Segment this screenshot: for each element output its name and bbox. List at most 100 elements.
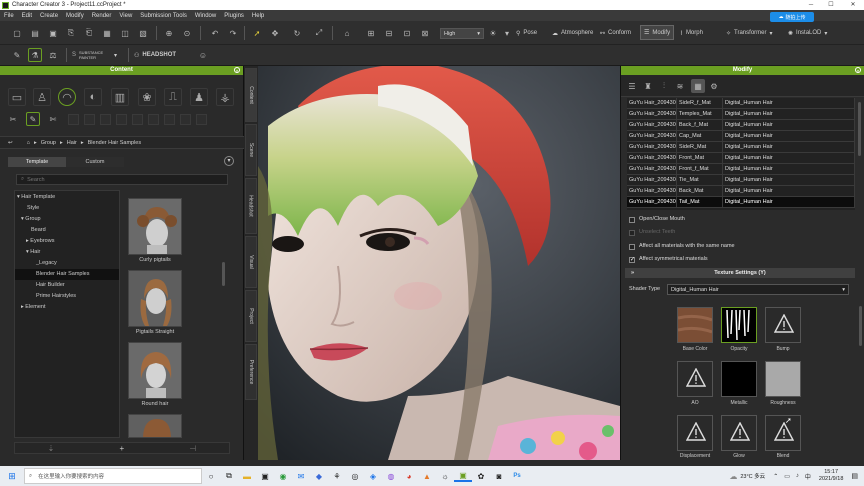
- zoom-icon[interactable]: ⊕: [162, 26, 176, 40]
- tree-item-blender-hair-samples[interactable]: Blender Hair Samples: [15, 269, 119, 280]
- link-icon[interactable]: ⊣: [189, 444, 196, 453]
- weather-icon[interactable]: ☁: [729, 472, 737, 481]
- material-row[interactable]: GuYu Hair_209430 Temples_Mat Digital_Human…: [627, 109, 855, 120]
- tree-item-element[interactable]: ▸ Element: [21, 304, 45, 310]
- new-project-icon[interactable]: ▢: [10, 26, 24, 40]
- open-close-mouth-checkbox[interactable]: [629, 217, 635, 223]
- modify-physics-icon[interactable]: ⚙: [707, 79, 721, 93]
- weight-icon[interactable]: ⚖: [46, 48, 60, 62]
- grid-icon[interactable]: ⊠: [418, 26, 432, 40]
- hair-template-icon[interactable]: ✎: [26, 112, 40, 126]
- close-button[interactable]: ✕: [846, 0, 860, 10]
- menu-create[interactable]: Create: [36, 13, 62, 19]
- weather-text[interactable]: 23°C 多云: [740, 472, 765, 480]
- modify-scrollbar[interactable]: [859, 306, 862, 346]
- app-blue-icon[interactable]: ◆: [310, 472, 328, 481]
- back-icon[interactable]: ↩: [8, 140, 13, 146]
- store-icon[interactable]: ▣: [256, 472, 274, 481]
- volume-icon[interactable]: ♪: [796, 473, 799, 479]
- photoshop-icon[interactable]: Ps: [508, 473, 526, 479]
- thumbnail-partial[interactable]: [128, 414, 182, 438]
- substance-painter-button[interactable]: S SUBSTANCE PAINTER ▾: [72, 48, 117, 62]
- side-tab-scene[interactable]: Scene: [245, 124, 257, 176]
- menu-file[interactable]: File: [0, 13, 18, 19]
- panel-close-icon[interactable]: ×: [234, 67, 240, 73]
- modify-morph-icon[interactable]: ⫶: [657, 79, 671, 93]
- tab-template[interactable]: Template: [8, 157, 66, 167]
- network-icon[interactable]: ▭: [784, 473, 790, 480]
- pose-category-icon[interactable]: ♟: [190, 88, 208, 106]
- tree-item-prime-hairstyles[interactable]: Prime Hairstyles: [36, 293, 76, 299]
- download-icon[interactable]: ⇣: [48, 444, 55, 453]
- skin-category-icon[interactable]: ❀: [138, 88, 156, 106]
- notification-icon[interactable]: ▤: [851, 472, 858, 480]
- shader-type-dropdown[interactable]: Digital_Human Hair ▾: [667, 284, 849, 295]
- frame-icon[interactable]: ⊡: [400, 26, 414, 40]
- tree-item-eyebrows[interactable]: ▸ Eyebrows: [26, 238, 54, 244]
- hair-tool-icon[interactable]: ✄: [46, 112, 60, 126]
- options-icon[interactable]: ▾: [224, 156, 234, 166]
- mail-icon[interactable]: ✉: [292, 472, 310, 481]
- motion-category-icon[interactable]: ⚶: [216, 88, 234, 106]
- character-creator-icon[interactable]: ▣: [454, 471, 472, 482]
- camera-icon[interactable]: ⊙: [180, 26, 194, 40]
- network-app-icon[interactable]: ⚘: [328, 472, 346, 481]
- tree-item-style[interactable]: Style: [27, 205, 39, 211]
- 3d-viewport[interactable]: [258, 66, 620, 460]
- app-green-icon[interactable]: ◉: [274, 472, 292, 481]
- character-category-icon[interactable]: ♙: [33, 88, 51, 106]
- undo-icon[interactable]: ↶: [208, 26, 222, 40]
- explorer-icon[interactable]: ▬: [238, 472, 256, 481]
- texture-slot-glow[interactable]: [721, 415, 757, 451]
- open-project-icon[interactable]: ▤: [28, 26, 42, 40]
- chrome-icon[interactable]: ◕: [400, 472, 418, 481]
- material-row[interactable]: GuYu Hair_209430 Back_f_Mat Digital_Human …: [627, 120, 855, 131]
- home-icon[interactable]: ⌂: [27, 140, 30, 146]
- menu-render[interactable]: Render: [88, 13, 116, 19]
- light-icon[interactable]: ☀: [486, 26, 500, 40]
- material-row-selected[interactable]: GuYu Hair_209430 Tail_Mat Digital_Human Ha…: [627, 197, 855, 208]
- hair-category-icon[interactable]: ◠: [58, 88, 76, 106]
- accessory-category-icon[interactable]: ◐: [84, 88, 102, 106]
- texture-slot-ao[interactable]: [677, 361, 713, 397]
- task-view-icon[interactable]: ⧉: [220, 471, 238, 481]
- skin-gen-icon[interactable]: ⚗: [28, 48, 42, 62]
- thumbnail-scrollbar[interactable]: [222, 262, 225, 286]
- smart-gallery-icon[interactable]: ✎: [10, 48, 24, 62]
- material-row[interactable]: GuYu Hair_209430 SideR_Mat Digital_Human H…: [627, 142, 855, 153]
- texture-slot-metallic[interactable]: [721, 361, 757, 397]
- breadcrumb-blender[interactable]: Blender Hair Samples: [88, 140, 142, 146]
- app-gray-icon[interactable]: ☼: [436, 472, 454, 481]
- image-icon[interactable]: ▧: [136, 26, 150, 40]
- app-dark-icon[interactable]: ◎: [346, 472, 364, 481]
- tray-chevron-icon[interactable]: ⌃: [773, 473, 778, 480]
- scene-category-icon[interactable]: ▭: [8, 88, 26, 106]
- texture-slot-displacement[interactable]: [677, 415, 713, 451]
- select-icon[interactable]: ➚: [250, 26, 264, 40]
- thumbnail-curly-pigtails[interactable]: [128, 198, 182, 255]
- tab-custom[interactable]: Custom: [66, 157, 124, 167]
- app-purple-icon[interactable]: ◍: [382, 472, 400, 481]
- fit-icon[interactable]: ⊟: [382, 26, 396, 40]
- affect-symmetrical-checkbox[interactable]: ✓: [629, 257, 635, 263]
- atmosphere-button[interactable]: ☁ Atmosphere: [552, 26, 593, 40]
- headshot-button[interactable]: ⚇ HEADSHOT: [134, 48, 176, 62]
- texture-settings-header[interactable]: » Texture Settings (Y): [625, 268, 855, 278]
- material-row[interactable]: GuYu Hair_209430 Front_f_Mat Digital_Human…: [627, 164, 855, 175]
- instalod-button[interactable]: ✺ InstaLOD ▾: [788, 26, 827, 40]
- import-icon[interactable]: ⎘: [64, 26, 78, 40]
- pose-button[interactable]: ⚲ Pose: [516, 26, 537, 40]
- cloud-upload-button[interactable]: ☁ 随拍上传: [770, 12, 814, 22]
- menu-submission-tools[interactable]: Submission Tools: [136, 13, 191, 19]
- tree-item-group[interactable]: ▾ Group: [21, 216, 41, 222]
- language-indicator[interactable]: 中: [805, 472, 811, 481]
- cortana-icon[interactable]: ○: [202, 472, 220, 481]
- animation-category-icon[interactable]: ⎍: [164, 88, 182, 106]
- face-icon[interactable]: ☺: [196, 48, 210, 62]
- texture-slot-blend[interactable]: [765, 415, 801, 451]
- tree-item-hair[interactable]: ▾ Hair: [26, 249, 40, 255]
- menu-window[interactable]: Window: [191, 13, 220, 19]
- search-input[interactable]: ⌕ Search: [16, 174, 228, 185]
- breadcrumb-hair[interactable]: Hair: [67, 140, 77, 146]
- settings-icon[interactable]: ▾: [500, 26, 514, 40]
